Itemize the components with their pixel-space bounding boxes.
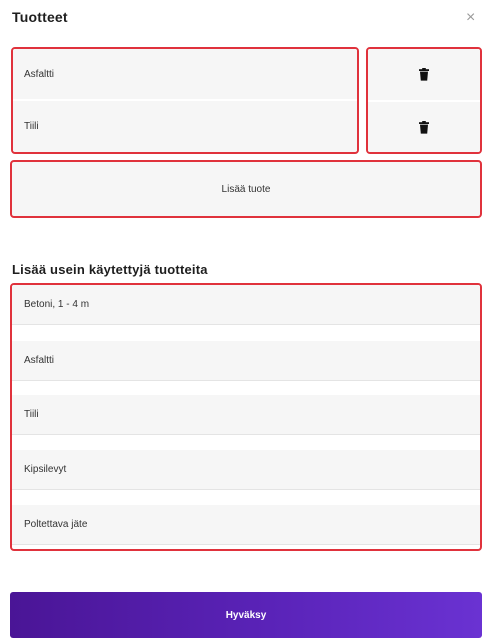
frequent-product-item[interactable]: Poltettava jäte [12,505,480,545]
dialog-title: Tuotteet [12,9,68,25]
close-icon[interactable]: × [466,9,482,27]
frequent-product-item[interactable]: Tiili [12,395,480,435]
selected-products-list: Asfaltti Tiili [11,47,359,154]
frequent-product-item[interactable]: Kipsilevyt [12,450,480,490]
add-product-button[interactable]: Lisää tuote [10,160,482,218]
frequent-product-item[interactable]: Betoni, 1 - 4 m [12,285,480,325]
delete-buttons-column [366,47,482,154]
product-row[interactable]: Tiili [13,101,357,151]
product-label: Tiili [24,120,39,132]
product-row[interactable]: Asfaltti [13,49,357,101]
product-label: Asfaltti [24,68,55,80]
delete-product-button[interactable] [368,102,480,152]
accept-button[interactable]: Hyväksy [10,592,482,638]
frequent-products-list: Betoni, 1 - 4 m Asfaltti Tiili Kipsilevy… [10,283,482,551]
trash-icon [419,121,429,134]
products-dialog: Tuotteet × Asfaltti Tiili Lisää tuote Li… [0,0,483,641]
frequent-products-heading: Lisää usein käytettyjä tuotteita [12,262,208,277]
delete-product-button[interactable] [368,49,480,102]
frequent-product-item[interactable]: Asfaltti [12,341,480,381]
trash-icon [419,68,429,81]
